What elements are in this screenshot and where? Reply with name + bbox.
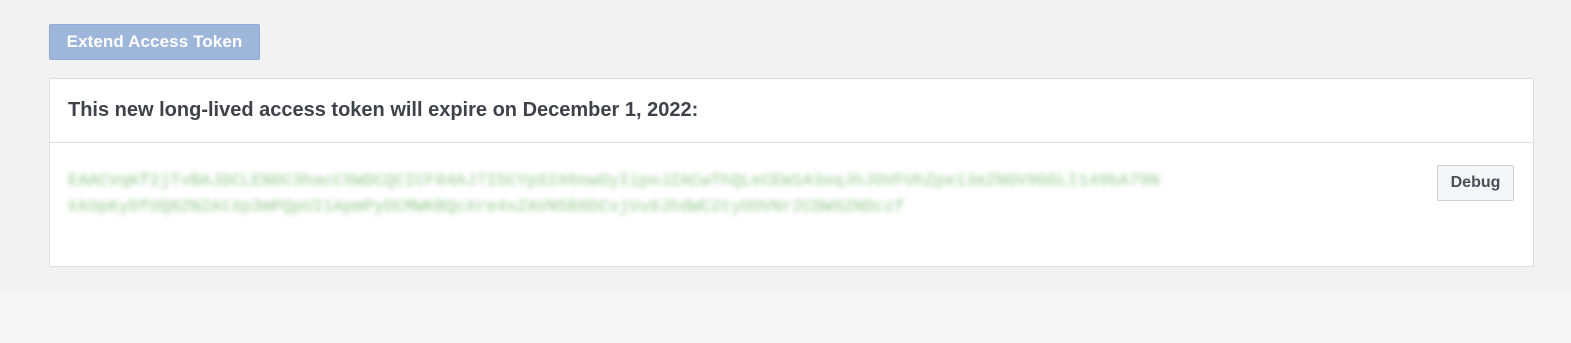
token-tool-section: Extend Access Token This new long-lived … [0,0,1571,291]
access-token-value[interactable]: EAACVqKf2jTvBAJDCLENDC3hacC5WDCQCICF84AJ… [68,169,1168,221]
token-panel: This new long-lived access token will ex… [49,78,1534,267]
token-panel-header: This new long-lived access token will ex… [50,79,1533,143]
debug-button[interactable]: Debug [1437,165,1514,201]
token-expiry-title: This new long-lived access token will ex… [68,99,699,121]
extend-access-token-button[interactable]: Extend Access Token [49,24,260,60]
